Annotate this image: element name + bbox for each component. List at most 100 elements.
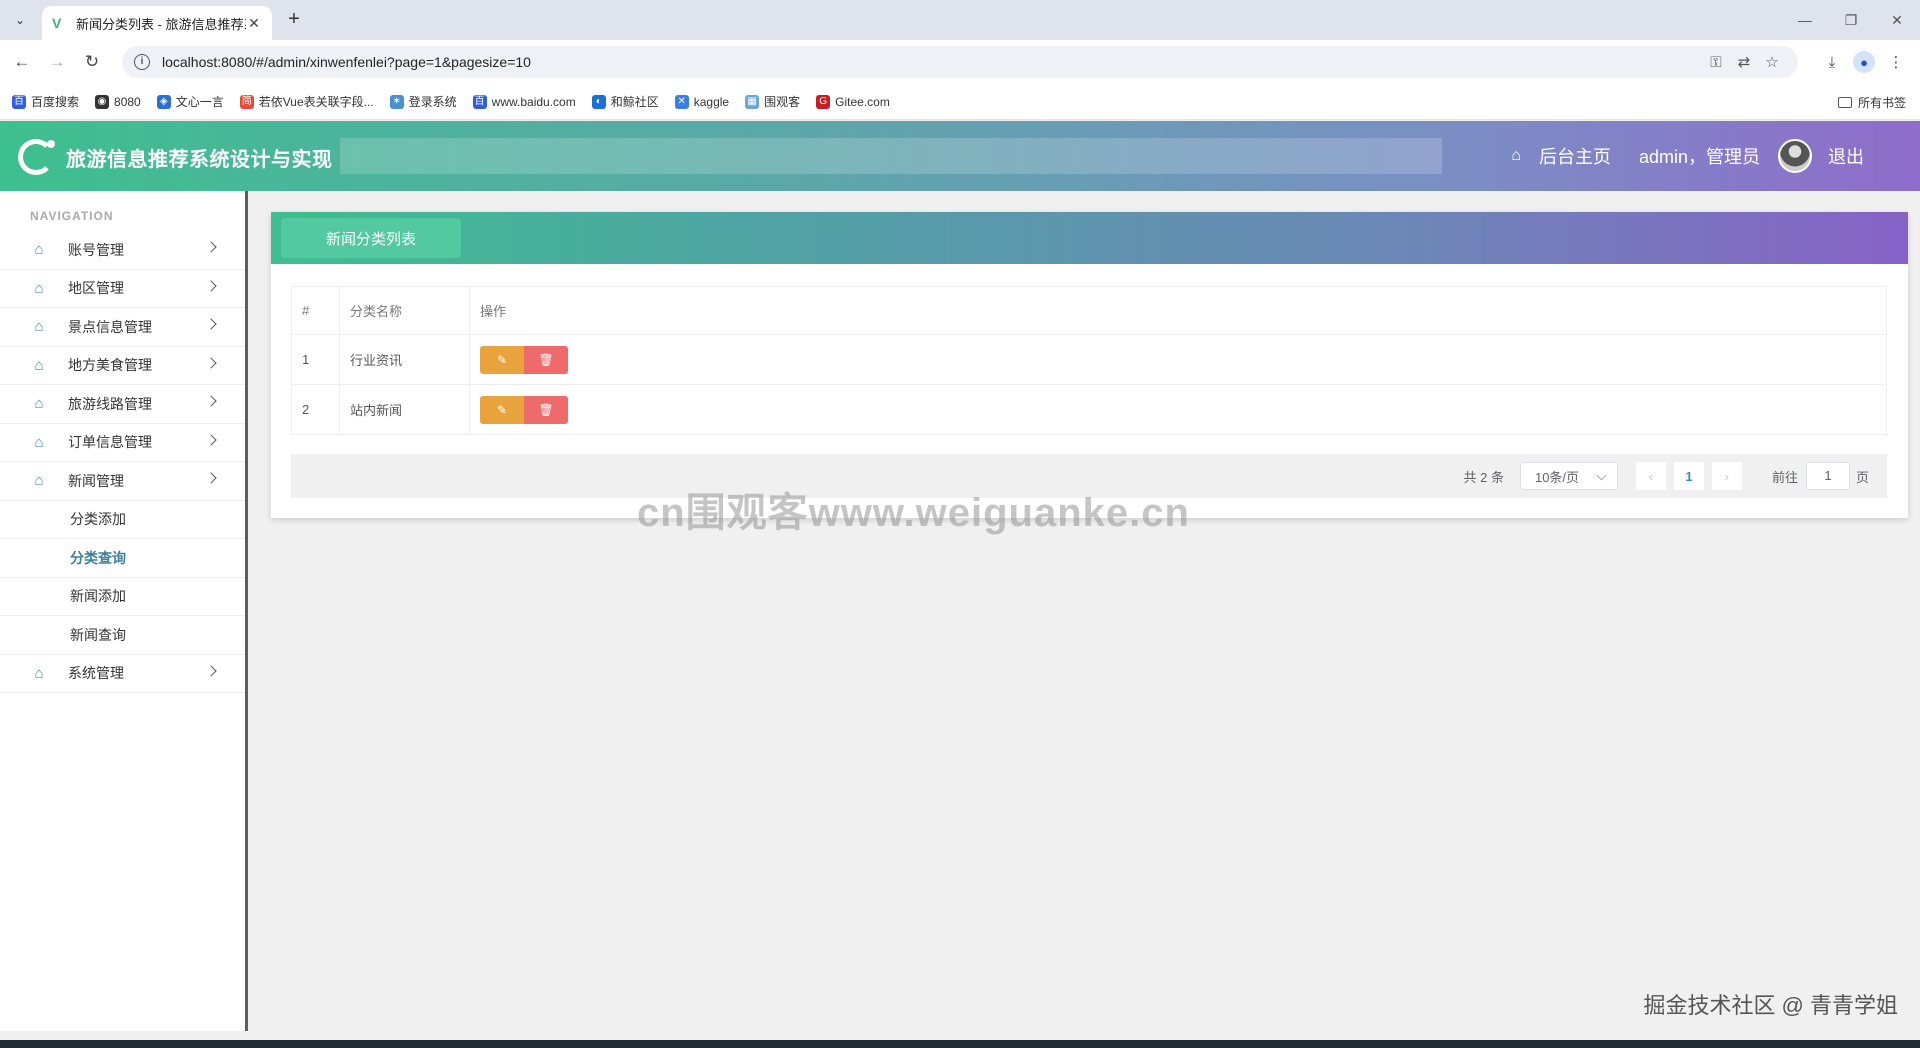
browser-tab[interactable]: V 新闻分类列表 - 旅游信息推荐系 ✕ xyxy=(42,6,272,40)
bookmark-item[interactable]: G Gitee.com xyxy=(816,94,890,109)
home-icon: ⌂ xyxy=(34,395,44,413)
bookmark-favicon-icon: G xyxy=(816,94,831,109)
goto-label: 前往 xyxy=(1771,469,1798,485)
pagination-total: 共 2 条 xyxy=(1463,469,1504,485)
bookmark-favicon-icon: ◈ xyxy=(156,94,171,109)
password-key-icon[interactable]: ⚿ xyxy=(1702,54,1730,71)
new-tab-plus-icon[interactable]: + xyxy=(282,8,306,32)
app-logo-icon xyxy=(18,139,55,175)
all-bookmarks[interactable]: 所有书签 xyxy=(1837,94,1906,111)
edit-button[interactable]: ✎ xyxy=(480,345,524,374)
admin-home-link[interactable]: 后台主页 xyxy=(1539,143,1611,169)
download-icon[interactable]: ⤓ xyxy=(1816,48,1848,76)
trash-icon: 🗑 xyxy=(538,402,554,417)
bookmark-favicon-icon: ✕ xyxy=(674,94,689,109)
column-header-index: # xyxy=(291,286,340,335)
next-page-chevron-icon[interactable]: › xyxy=(1711,462,1742,490)
bookmark-item[interactable]: ◈ 文心一言 xyxy=(156,93,224,110)
nav-caption: NAVIGATION xyxy=(30,209,114,223)
browser-menu-icon[interactable]: ⋮ xyxy=(1880,48,1912,76)
forward-arrow-icon[interactable]: → xyxy=(45,50,69,74)
trash-icon: 🗑 xyxy=(538,352,554,367)
table-row: 2 站内新闻 ✎ 🗑 xyxy=(291,384,1887,435)
row-actions: ✎ 🗑 xyxy=(469,384,1887,435)
sidebar-item-account[interactable]: ⌂ 账号管理 xyxy=(0,231,245,270)
sidebar-item-news[interactable]: ⌂ 新闻管理 xyxy=(0,462,245,501)
bookmark-item[interactable]: ✕ kaggle xyxy=(674,94,729,109)
bookmark-favicon-icon: 百 xyxy=(472,94,487,109)
sidebar-item-region[interactable]: ⌂ 地区管理 xyxy=(0,270,245,308)
bookmarks-bar: 百百度搜索 ◉ 8080 ◈ 文心一言 简若依Vue表关联字段... ✶ 登录系统 百… xyxy=(0,84,1920,120)
sidebar-subitem-category-add[interactable]: 分类添加 xyxy=(0,501,245,539)
tab-close-icon[interactable]: ✕ xyxy=(246,15,262,32)
bookmark-item[interactable]: ◐ 和鲸社区 xyxy=(591,93,659,110)
edit-button[interactable]: ✎ xyxy=(480,395,524,424)
page-size-select[interactable]: 10条/页 xyxy=(1519,462,1618,490)
window-close-icon[interactable]: ✕ xyxy=(1874,0,1920,40)
chevron-right-icon xyxy=(205,395,217,407)
minimize-icon[interactable]: — xyxy=(1782,0,1828,40)
panel-title-tab[interactable]: 新闻分类列表 xyxy=(281,218,461,258)
site-info-icon[interactable]: i xyxy=(134,54,150,70)
bookmark-favicon-icon: ◉ xyxy=(95,94,110,109)
sidebar-subitem-news-add[interactable]: 新闻添加 xyxy=(0,578,245,616)
delete-button[interactable]: 🗑 xyxy=(524,395,568,424)
sidebar-subitem-category-query[interactable]: 分类查询 xyxy=(0,539,245,578)
delete-button[interactable]: 🗑 xyxy=(524,345,568,374)
chevron-right-icon xyxy=(205,279,217,292)
home-icon: ⌂ xyxy=(34,318,44,336)
column-header-actions: 操作 xyxy=(469,286,1887,335)
sidebar-item-system[interactable]: ⌂ 系统管理 xyxy=(0,655,245,693)
sidebar-item-food[interactable]: ⌂ 地方美食管理 xyxy=(0,347,245,385)
bookmark-favicon-icon: 简 xyxy=(239,94,254,109)
chevron-right-icon xyxy=(205,664,217,677)
table-row: 1 行业资讯 ✎ 🗑 xyxy=(291,334,1887,385)
category-table: # 分类名称 操作 1 行业资讯 ✎ 🗑 2 站内新闻 ✎ 🗑 xyxy=(291,286,1887,435)
browser-right-tools: ⤓ ● ⋮ xyxy=(1816,48,1912,76)
current-page[interactable]: 1 xyxy=(1673,462,1704,490)
avatar[interactable] xyxy=(1778,139,1812,173)
row-category-name: 站内新闻 xyxy=(339,384,470,435)
home-icon: ⌂ xyxy=(34,433,44,451)
window-controls: — ❐ ✕ xyxy=(1782,0,1920,40)
action-buttons: ✎ 🗑 xyxy=(480,345,1876,374)
vue-favicon-icon: V xyxy=(52,15,62,31)
translate-icon[interactable]: ⇄ xyxy=(1730,53,1758,71)
profile-avatar-icon[interactable]: ● xyxy=(1853,51,1875,73)
sidebar-menu: ⌂ 账号管理 ⌂ 地区管理 ⌂ 景点信息管理 ⌂ 地方美食管理 ⌂ 旅游线路管理 ⌂ 订单信… xyxy=(0,231,245,693)
home-icon[interactable]: ⌂ xyxy=(1511,147,1521,165)
tab-search-chevron-icon[interactable]: ⌄ xyxy=(8,8,32,32)
reload-icon[interactable]: ↻ xyxy=(80,50,104,74)
home-icon: ⌂ xyxy=(34,664,44,682)
current-user: admin，管理员 xyxy=(1638,147,1760,167)
bookmark-star-icon[interactable]: ☆ xyxy=(1758,53,1786,71)
bookmark-item[interactable]: ◉ 8080 xyxy=(95,94,141,109)
sidebar-item-route[interactable]: ⌂ 旅游线路管理 xyxy=(0,385,245,424)
home-icon: ⌂ xyxy=(34,241,44,259)
prev-page-chevron-icon[interactable]: ‹ xyxy=(1635,462,1666,490)
home-icon: ⌂ xyxy=(34,356,44,374)
bookmark-item[interactable]: 百百度搜索 xyxy=(12,93,79,110)
header-right: ⌂ 后台主页 admin，管理员 退出 xyxy=(1511,121,1920,191)
pencil-icon: ✎ xyxy=(496,402,508,417)
url-bar[interactable]: i localhost:8080/#/admin/xinwenfenlei?pa… xyxy=(122,46,1798,78)
sidebar-item-scenic[interactable]: ⌂ 景点信息管理 xyxy=(0,308,245,347)
sidebar-item-order[interactable]: ⌂ 订单信息管理 xyxy=(0,424,245,462)
chevron-right-icon xyxy=(205,318,217,330)
back-arrow-icon[interactable]: ← xyxy=(10,50,34,74)
address-toolbar: ← → ↻ i localhost:8080/#/admin/xinwenfen… xyxy=(0,40,1920,84)
logout-link[interactable]: 退出 xyxy=(1828,143,1864,169)
bookmark-item[interactable]: ✶ 登录系统 xyxy=(389,93,457,110)
bookmark-item[interactable]: 简若依Vue表关联字段... xyxy=(239,93,374,110)
url-text[interactable]: localhost:8080/#/admin/xinwenfenlei?page… xyxy=(162,54,1702,70)
row-category-name: 行业资讯 xyxy=(339,334,470,385)
restore-icon[interactable]: ❐ xyxy=(1828,0,1874,40)
tab-title: 新闻分类列表 - 旅游信息推荐系 xyxy=(76,16,246,32)
bookmark-item[interactable]: 百 www.baidu.com xyxy=(472,94,576,109)
goto-page-input[interactable]: 1 xyxy=(1805,462,1850,490)
chevron-right-icon xyxy=(205,472,217,484)
bookmark-favicon-icon: ▦ xyxy=(745,94,760,109)
sidebar-subitem-news-query[interactable]: 新闻查询 xyxy=(0,616,245,655)
bookmark-item[interactable]: ▦ 围观客 xyxy=(745,93,800,110)
chevron-right-icon xyxy=(205,433,217,446)
